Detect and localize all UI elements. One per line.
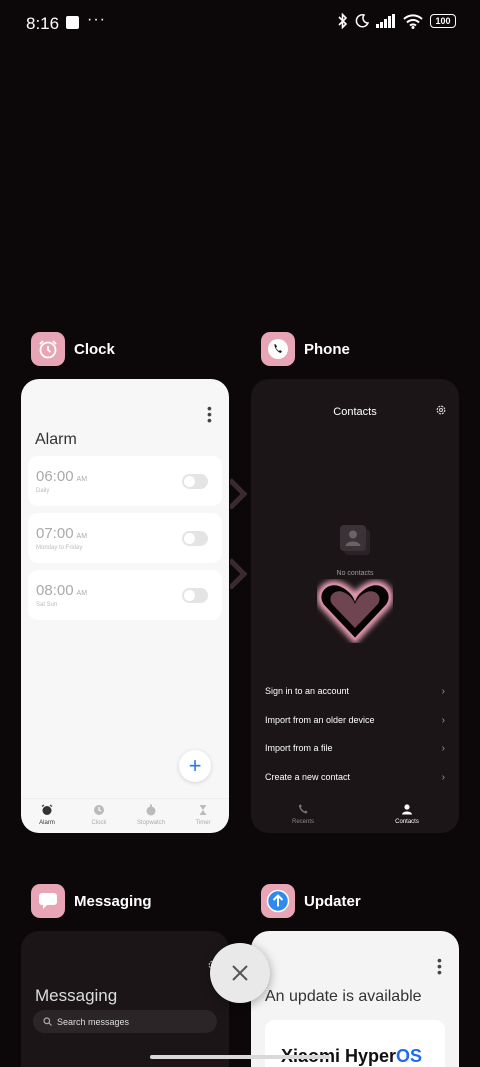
contacts-person-icon xyxy=(402,804,412,815)
search-icon xyxy=(43,1017,52,1026)
alarm-tab-icon xyxy=(41,804,53,815)
stopwatch-tab-icon xyxy=(146,804,156,816)
do-not-disturb-moon-icon xyxy=(355,14,369,28)
create-contact-item[interactable]: Create a new contact › xyxy=(265,772,445,786)
wifi-icon xyxy=(403,13,423,29)
action-label: Import from a file xyxy=(265,743,333,753)
tab-alarm[interactable]: Alarm xyxy=(21,799,73,833)
tab-label: Alarm xyxy=(39,820,55,826)
alarm-clock-icon xyxy=(39,340,57,359)
messaging-app-name: Messaging xyxy=(74,892,152,910)
status-bar: 8:16 ··· 100 xyxy=(0,0,480,46)
alarm-repeat: Sat Sun xyxy=(36,602,58,608)
action-label: Import from an older device xyxy=(265,715,375,725)
more-options-icon[interactable]: • • • xyxy=(437,953,442,979)
contacts-title: Contacts xyxy=(333,406,377,418)
alarm-ampm: AM xyxy=(76,476,88,483)
recents-phone-icon xyxy=(298,804,308,814)
tab-recents[interactable]: Recents xyxy=(251,798,355,833)
tab-label: Contacts xyxy=(395,819,419,825)
hyperos-banner: Xiaomi HyperOS xyxy=(265,1020,445,1067)
tab-timer[interactable]: Timer xyxy=(177,799,229,833)
update-available-title: An update is available xyxy=(265,988,422,1005)
search-messages-input[interactable]: Search messages xyxy=(33,1010,217,1033)
alarm-toggle[interactable] xyxy=(182,588,208,603)
phone-app-header[interactable]: Phone xyxy=(261,332,350,366)
clear-all-close-button[interactable] xyxy=(210,943,270,1003)
clock-app-card[interactable]: • • • Alarm 06:00 AM Daily 07:00 AM Monday t… xyxy=(21,379,229,833)
bluetooth-icon xyxy=(338,13,348,29)
alarm-ampm: AM xyxy=(76,533,88,540)
action-label: Create a new contact xyxy=(265,772,351,782)
phone-tab-bar: Recents Contacts xyxy=(251,798,459,833)
more-notifications-icon: ··· xyxy=(87,11,106,28)
alarm-title: Alarm xyxy=(35,431,77,448)
alarm-repeat: Daily xyxy=(36,488,50,494)
tab-label: Stopwatch xyxy=(136,820,166,826)
clock-app-icon[interactable] xyxy=(31,332,65,366)
messaging-app-header[interactable]: Messaging xyxy=(31,884,152,918)
updater-app-icon[interactable] xyxy=(261,884,295,918)
close-icon xyxy=(232,965,248,981)
alarm-time: 07:00 xyxy=(36,525,74,542)
alarm-repeat: Monday to Friday xyxy=(36,545,83,551)
alarm-item[interactable]: 08:00 AM Sat Sun xyxy=(28,570,222,620)
signal-icon xyxy=(376,14,395,28)
more-options-icon[interactable]: • • • xyxy=(207,401,212,427)
updater-app-name: Updater xyxy=(304,892,361,910)
sign-in-account-item[interactable]: Sign in to an account › xyxy=(265,686,445,700)
wallpaper-heart-icon xyxy=(317,580,393,643)
tab-contacts[interactable]: Contacts xyxy=(355,798,459,833)
tab-clock[interactable]: Clock xyxy=(73,799,125,833)
update-arrow-icon xyxy=(266,889,290,913)
battery-icon: 100 xyxy=(430,14,456,28)
import-from-file-item[interactable]: Import from a file › xyxy=(265,743,445,757)
alarm-item[interactable]: 06:00 AM Daily xyxy=(28,456,222,506)
clock-app-name: Clock xyxy=(74,340,115,358)
search-placeholder: Search messages xyxy=(57,1016,130,1027)
phone-app-card[interactable]: Contacts No contacts Sign in to an accou… xyxy=(251,379,459,833)
messaging-app-card[interactable]: Messaging Search messages xyxy=(21,931,229,1067)
chevron-right-icon: › xyxy=(441,772,445,783)
tab-label: Timer xyxy=(195,820,211,826)
alarm-time: 08:00 xyxy=(36,582,74,599)
tab-label: Recents xyxy=(291,819,314,825)
status-icons: 100 xyxy=(338,13,456,29)
clock-app-header[interactable]: Clock xyxy=(31,332,115,366)
messaging-title: Messaging xyxy=(35,986,118,1005)
chevron-right-icon: › xyxy=(441,743,445,754)
alarm-item[interactable]: 07:00 AM Monday to Friday xyxy=(28,513,222,563)
chevron-right-icon: › xyxy=(441,715,445,726)
tab-label: Clock xyxy=(91,820,107,826)
alarm-toggle[interactable] xyxy=(182,531,208,546)
clock-tab-bar: Alarm Clock Stopwatch Timer xyxy=(21,798,229,833)
notification-square-icon xyxy=(66,16,79,29)
chat-bubble-icon xyxy=(39,893,57,909)
updater-app-card[interactable]: • • • An update is available Xiaomi HyperO… xyxy=(251,931,459,1067)
phone-handset-icon xyxy=(268,339,288,359)
no-contacts-text: No contacts xyxy=(336,570,374,577)
messaging-app-icon[interactable] xyxy=(31,884,65,918)
hourglass-tab-icon xyxy=(199,805,207,815)
contacts-empty-icon xyxy=(340,525,370,555)
action-label: Sign in to an account xyxy=(265,686,350,696)
settings-gear-icon[interactable] xyxy=(435,404,447,416)
chevron-right-icon: › xyxy=(441,686,445,697)
status-time: 8:16 xyxy=(26,14,60,33)
phone-app-name: Phone xyxy=(304,340,350,358)
alarm-time: 06:00 xyxy=(36,468,74,485)
add-alarm-button[interactable]: + xyxy=(179,750,211,782)
alarm-ampm: AM xyxy=(76,590,88,597)
import-older-device-item[interactable]: Import from an older device › xyxy=(265,715,445,729)
clock-tab-icon xyxy=(94,805,104,815)
phone-app-icon[interactable] xyxy=(261,332,295,366)
updater-app-header[interactable]: Updater xyxy=(261,884,361,918)
wallpaper-hearts xyxy=(230,478,248,590)
home-gesture-bar[interactable] xyxy=(150,1055,330,1059)
tab-stopwatch[interactable]: Stopwatch xyxy=(125,799,177,833)
alarm-toggle[interactable] xyxy=(182,474,208,489)
